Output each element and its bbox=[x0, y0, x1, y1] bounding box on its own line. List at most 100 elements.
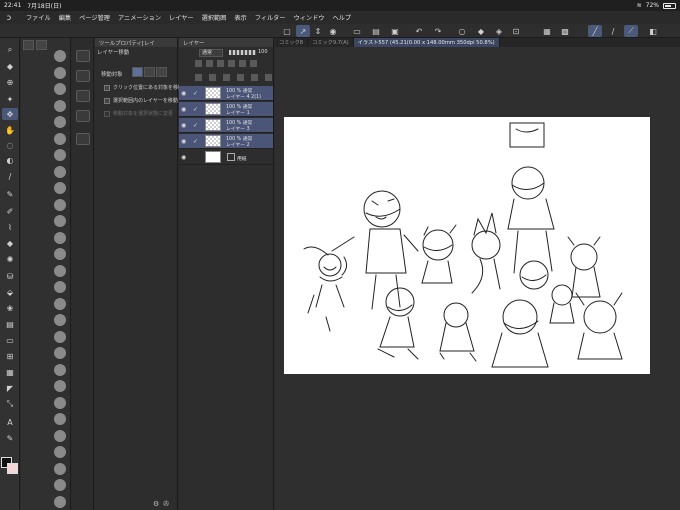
move-layer-icon[interactable]: ✥ bbox=[2, 108, 18, 120]
brush-size-preset[interactable] bbox=[54, 363, 66, 376]
ruler-line-icon[interactable]: ╱ bbox=[588, 25, 602, 37]
brush-size-preset[interactable] bbox=[54, 215, 66, 227]
brush-size-preset[interactable] bbox=[54, 198, 66, 211]
snap-icon-2[interactable]: ▩ bbox=[558, 25, 572, 37]
airbrush-icon[interactable]: ⛁ bbox=[2, 270, 18, 282]
ruler-icon[interactable] bbox=[250, 60, 257, 67]
hand-icon[interactable]: ◆ bbox=[2, 60, 18, 72]
pen-icon[interactable]: ✎ bbox=[2, 188, 18, 200]
brush-size-preset[interactable] bbox=[54, 462, 66, 475]
text-icon[interactable]: A bbox=[2, 416, 18, 428]
brush-size-preset[interactable] bbox=[54, 231, 66, 244]
layer-row[interactable]: ◉ ✓ 100 % 通常 レイヤー 1 bbox=[179, 102, 273, 117]
brush-size-preset[interactable] bbox=[54, 413, 66, 425]
menu-help[interactable]: ヘルプ bbox=[329, 13, 356, 22]
new-folder-icon[interactable] bbox=[223, 74, 230, 81]
balloon-icon[interactable]: ◤ bbox=[2, 382, 18, 394]
background-color[interactable] bbox=[7, 463, 18, 474]
blend-mode-select[interactable]: 通常 bbox=[199, 49, 223, 57]
brush-size-preset[interactable] bbox=[54, 396, 66, 409]
new-layer-icon[interactable] bbox=[195, 74, 202, 81]
operation-icon[interactable]: ✎ bbox=[2, 432, 18, 444]
redo-icon[interactable]: ↷ bbox=[431, 25, 445, 37]
eye-icon[interactable]: ◉ bbox=[181, 154, 186, 161]
checkbox[interactable] bbox=[104, 97, 110, 104]
paper-layer-row[interactable]: ◉ 用紙 bbox=[179, 150, 273, 165]
layer-tab[interactable]: レイヤー bbox=[179, 38, 273, 47]
ruler-curve-icon[interactable]: ∕ bbox=[606, 25, 620, 37]
brush-size-preset[interactable] bbox=[54, 264, 66, 277]
move-target-tone-button[interactable] bbox=[144, 67, 155, 77]
zoom-icon[interactable]: ⌕ bbox=[2, 44, 18, 56]
frame-icon[interactable]: ⊞ bbox=[2, 350, 18, 362]
brush-size-preset[interactable] bbox=[54, 132, 66, 145]
settings-icon[interactable]: ⚙ bbox=[153, 500, 159, 508]
brush-size-preset[interactable] bbox=[54, 66, 66, 79]
pencil-icon[interactable]: ✐ bbox=[2, 205, 18, 217]
wand-icon[interactable]: ✦ bbox=[2, 93, 18, 105]
merge-icon[interactable] bbox=[251, 74, 258, 81]
brush-size-preset[interactable] bbox=[54, 165, 66, 178]
open-folder-icon[interactable]: ▤ bbox=[369, 25, 383, 37]
eye-icon[interactable]: ◉ bbox=[181, 138, 186, 145]
new-vector-icon[interactable] bbox=[209, 74, 216, 81]
brush-size-preset[interactable] bbox=[54, 182, 66, 194]
bucket-icon[interactable]: ◈ bbox=[492, 25, 506, 37]
eye-icon[interactable]: ◉ bbox=[181, 122, 186, 129]
panel-icon-4[interactable] bbox=[76, 110, 90, 122]
magnifier-icon[interactable]: ⊕ bbox=[2, 76, 18, 88]
document-tab[interactable]: イラスト557 (45.21(0.00 x 148.00mm 350dpi 50… bbox=[353, 38, 500, 47]
menu-layer[interactable]: レイヤー bbox=[165, 13, 198, 22]
panel-icon-2[interactable] bbox=[76, 70, 90, 82]
opacity-value[interactable]: 100 bbox=[258, 49, 268, 55]
mask-icon[interactable] bbox=[228, 60, 235, 67]
gradient-icon[interactable]: ▤ bbox=[2, 318, 18, 330]
blend-icon[interactable]: ✺ bbox=[2, 253, 18, 265]
clip-icon[interactable] bbox=[195, 60, 202, 67]
eye-icon[interactable]: ◉ bbox=[181, 90, 186, 97]
layer-row[interactable]: ◉ ✓ 100 % 通常 レイヤー 3 bbox=[179, 118, 273, 133]
menu-selection[interactable]: 選択範囲 bbox=[198, 13, 231, 22]
clear-icon[interactable]: ○ bbox=[455, 25, 469, 37]
tool-property-tab[interactable]: ツールプロパティ[レイ bbox=[95, 38, 177, 47]
document-tab[interactable]: コミック9.7(A) bbox=[308, 38, 354, 47]
menu-page[interactable]: ページ管理 bbox=[75, 13, 114, 22]
brush-size-preset[interactable] bbox=[54, 116, 66, 128]
option-selection-move[interactable]: 選択範囲内のレイヤーを移動 bbox=[104, 97, 178, 104]
opacity-slider[interactable] bbox=[229, 50, 256, 55]
undo-icon[interactable]: ↶ bbox=[412, 25, 426, 37]
brush-size-preset[interactable] bbox=[54, 50, 66, 62]
brush-size-preset[interactable] bbox=[54, 495, 66, 508]
eyedropper-icon[interactable]: ∕ bbox=[2, 170, 18, 182]
canvas-area[interactable]: コミック8 コミック9.7(A) イラスト557 (45.21(0.00 x 148… bbox=[275, 38, 680, 510]
ruler-special-icon[interactable]: ⟋ bbox=[624, 25, 638, 37]
menu-window[interactable]: ウィンドウ bbox=[290, 13, 329, 22]
document-tab[interactable]: コミック8 bbox=[275, 38, 309, 47]
grab-icon[interactable]: ✋ bbox=[2, 124, 18, 136]
brush-size-preset[interactable] bbox=[54, 83, 66, 95]
stepper-icon[interactable]: ⇕ bbox=[311, 25, 325, 37]
eye-toggle-icon[interactable]: ◉ bbox=[326, 25, 340, 37]
lock-icon[interactable] bbox=[206, 60, 213, 67]
check-icon[interactable]: ✓ bbox=[193, 90, 198, 97]
transform-icon[interactable]: ⊡ bbox=[509, 25, 523, 37]
brush-size-preset[interactable] bbox=[54, 429, 66, 442]
delete-layer-icon[interactable] bbox=[265, 74, 272, 81]
check-icon[interactable]: ✓ bbox=[193, 106, 198, 113]
panel-icon-1[interactable] bbox=[76, 50, 90, 62]
menu-file[interactable]: ファイル bbox=[22, 13, 55, 22]
menu-filter[interactable]: フィルター bbox=[251, 13, 290, 22]
brush-size-preset[interactable] bbox=[54, 248, 66, 260]
brush-size-icon[interactable]: ▢ bbox=[280, 25, 294, 37]
correct-line-icon[interactable]: ⤡ bbox=[2, 398, 18, 410]
layer-move-icon[interactable]: ↗ bbox=[296, 25, 310, 37]
lasso-icon[interactable]: ◌ bbox=[2, 139, 18, 151]
fill-bucket-icon[interactable]: ⬙ bbox=[2, 286, 18, 298]
option-click-position[interactable]: クリック位置にある対象を移動 bbox=[104, 84, 183, 91]
panel-icon-3[interactable] bbox=[76, 90, 90, 102]
move-target-layer-button[interactable] bbox=[132, 67, 143, 77]
save-icon[interactable]: ▣ bbox=[388, 25, 402, 37]
layout-icon[interactable]: ◧ bbox=[646, 25, 660, 37]
brush-size-preset[interactable] bbox=[54, 380, 66, 392]
checkbox[interactable] bbox=[104, 84, 110, 91]
